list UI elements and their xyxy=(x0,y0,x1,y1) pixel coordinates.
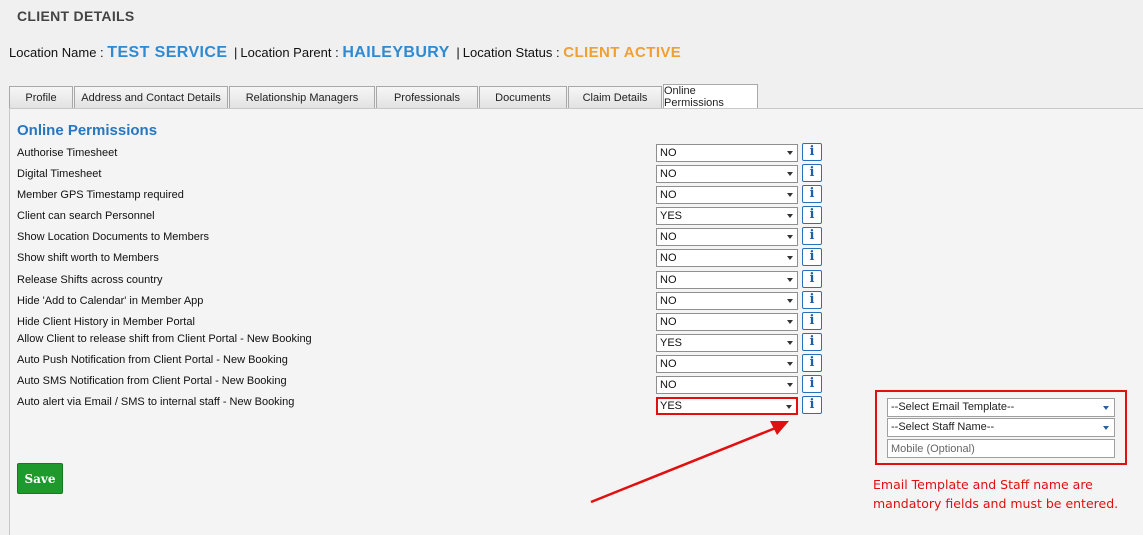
permission-select[interactable]: NO xyxy=(656,186,798,204)
select-value: NO xyxy=(660,252,677,264)
select-value: NO xyxy=(660,316,677,328)
info-icon[interactable]: i xyxy=(802,312,822,330)
select-value: NO xyxy=(660,295,677,307)
info-icon[interactable]: i xyxy=(802,143,822,161)
info-icon[interactable]: i xyxy=(802,248,822,266)
tab-relationship-managers[interactable]: Relationship Managers xyxy=(229,86,375,108)
select-value: --Select Email Template-- xyxy=(891,401,1015,413)
location-parent-value: HAILEYBURY xyxy=(342,44,450,61)
chevron-down-icon xyxy=(787,235,793,239)
select-value: NO xyxy=(660,231,677,243)
permission-label: Auto SMS Notification from Client Portal… xyxy=(17,375,287,387)
info-icon[interactable]: i xyxy=(802,396,822,414)
permission-select[interactable]: NO xyxy=(656,165,798,183)
select-value: NO xyxy=(660,147,677,159)
mobile-input[interactable] xyxy=(887,439,1115,458)
permission-label: Auto alert via Email / SMS to internal s… xyxy=(17,396,295,408)
permission-label: Member GPS Timestamp required xyxy=(17,189,184,201)
select-value: NO xyxy=(660,358,677,370)
location-name-label: Location Name : xyxy=(9,45,104,60)
tab-professionals[interactable]: Professionals xyxy=(376,86,478,108)
select-value: NO xyxy=(660,379,677,391)
permission-label: Show Location Documents to Members xyxy=(17,231,209,243)
info-icon[interactable]: i xyxy=(802,185,822,203)
chevron-down-icon xyxy=(787,151,793,155)
select-value: YES xyxy=(660,210,683,222)
tab-address-contact[interactable]: Address and Contact Details xyxy=(74,86,228,108)
permission-label: Release Shifts across country xyxy=(17,274,163,286)
permission-select[interactable]: YES xyxy=(656,334,798,352)
permission-label: Allow Client to release shift from Clien… xyxy=(17,333,312,345)
chevron-down-icon xyxy=(787,299,793,303)
select-value: --Select Staff Name-- xyxy=(891,421,995,433)
select-value: NO xyxy=(660,274,677,286)
tab-documents[interactable]: Documents xyxy=(479,86,567,108)
tab-profile[interactable]: Profile xyxy=(9,86,73,108)
chevron-down-icon xyxy=(787,214,793,218)
select-value: YES xyxy=(660,337,683,349)
chevron-down-icon xyxy=(787,256,793,260)
permission-select[interactable]: NO xyxy=(656,249,798,267)
permission-label: Digital Timesheet xyxy=(17,168,102,180)
tab-claim-details[interactable]: Claim Details xyxy=(568,86,662,108)
permission-select[interactable]: NO xyxy=(656,292,798,310)
select-value: NO xyxy=(660,168,677,180)
location-info: Location Name : TEST SERVICE | Location P… xyxy=(9,44,681,62)
page-title: CLIENT DETAILS xyxy=(17,8,135,24)
info-icon[interactable]: i xyxy=(802,206,822,224)
info-icon[interactable]: i xyxy=(802,270,822,288)
permission-select[interactable]: NO xyxy=(656,271,798,289)
separator: | xyxy=(456,45,460,60)
location-parent-label: Location Parent : xyxy=(240,45,339,60)
separator: | xyxy=(234,45,238,60)
tab-online-permissions[interactable]: Online Permissions xyxy=(663,84,758,109)
section-title: Online Permissions xyxy=(17,122,158,139)
info-icon[interactable]: i xyxy=(802,291,822,309)
annotation-note: Email Template and Staff name are mandat… xyxy=(873,475,1138,513)
permission-select[interactable]: NO xyxy=(656,313,798,331)
permission-label: Hide 'Add to Calendar' in Member App xyxy=(17,295,204,307)
email-template-select[interactable]: --Select Email Template-- xyxy=(887,398,1115,417)
annotation-note-line: mandatory fields and must be entered. xyxy=(873,496,1119,511)
permission-select[interactable]: YES xyxy=(656,397,798,415)
permission-label: Show shift worth to Members xyxy=(17,252,159,264)
info-icon[interactable]: i xyxy=(802,227,822,245)
chevron-down-icon xyxy=(787,278,793,282)
select-value: NO xyxy=(660,189,677,201)
permission-select[interactable]: YES xyxy=(656,207,798,225)
chevron-down-icon xyxy=(787,341,793,345)
chevron-down-icon xyxy=(787,193,793,197)
location-status-label: Location Status : xyxy=(462,45,560,60)
info-icon[interactable]: i xyxy=(802,375,822,393)
permission-select[interactable]: NO xyxy=(656,228,798,246)
info-icon[interactable]: i xyxy=(802,333,822,351)
staff-name-select[interactable]: --Select Staff Name-- xyxy=(887,418,1115,437)
chevron-down-icon xyxy=(1103,406,1109,410)
location-name-value: TEST SERVICE xyxy=(107,44,228,61)
chevron-down-icon xyxy=(787,383,793,387)
annotation-note-line: Email Template and Staff name are xyxy=(873,477,1093,492)
tab-bar: Profile Address and Contact Details Rela… xyxy=(9,84,759,109)
chevron-down-icon xyxy=(786,405,792,409)
chevron-down-icon xyxy=(787,320,793,324)
permission-select[interactable]: NO xyxy=(656,355,798,373)
permission-label: Hide Client History in Member Portal xyxy=(17,316,195,328)
info-icon[interactable]: i xyxy=(802,164,822,182)
chevron-down-icon xyxy=(1103,426,1109,430)
chevron-down-icon xyxy=(787,172,793,176)
select-value: YES xyxy=(660,400,683,412)
info-icon[interactable]: i xyxy=(802,354,822,372)
permission-label: Auto Push Notification from Client Porta… xyxy=(17,354,288,366)
permission-label: Authorise Timesheet xyxy=(17,147,118,159)
save-button[interactable]: Save xyxy=(17,463,63,494)
permission-select[interactable]: NO xyxy=(656,144,798,162)
permission-select[interactable]: NO xyxy=(656,376,798,394)
location-status-value: CLIENT ACTIVE xyxy=(563,44,682,61)
permission-label: Client can search Personnel xyxy=(17,210,155,222)
chevron-down-icon xyxy=(787,362,793,366)
